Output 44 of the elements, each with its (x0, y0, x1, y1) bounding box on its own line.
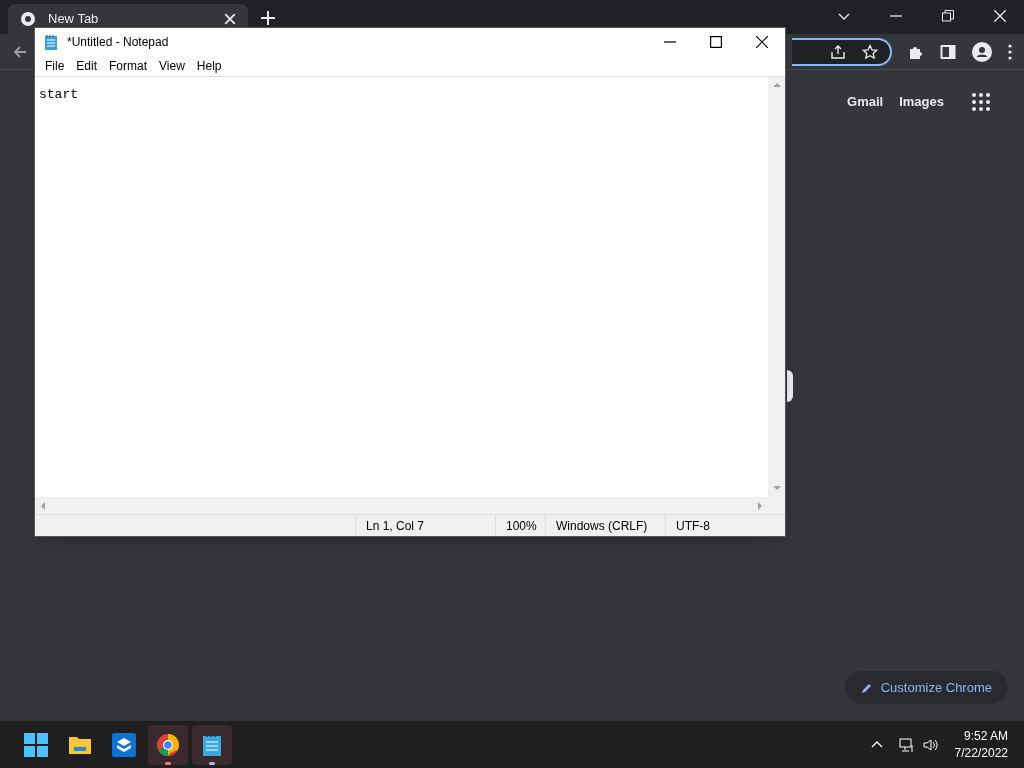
clock-date: 7/22/2022 (954, 744, 1008, 762)
text-content: start (39, 87, 78, 102)
star-icon[interactable] (862, 43, 878, 60)
status-text: Ln 1, Col 7 (355, 515, 495, 536)
windows-logo-icon[interactable] (24, 732, 48, 757)
profile-icon[interactable] (972, 41, 992, 62)
close-icon[interactable] (994, 10, 1006, 22)
speaker-icon[interactable] (922, 736, 939, 753)
status-text: 100% (495, 515, 545, 536)
apps-grid-icon[interactable] (972, 92, 990, 111)
menu-item[interactable]: Edit (70, 57, 104, 75)
taskbar-button[interactable] (192, 724, 232, 765)
menu-item[interactable]: File (39, 57, 71, 75)
running-indicator (165, 761, 171, 765)
customize-chrome-button[interactable]: Customize Chrome (844, 671, 1008, 704)
network-icon[interactable] (898, 736, 915, 753)
status-text: UTF-8 (665, 515, 755, 536)
menu-item[interactable]: View (153, 57, 191, 75)
address-bar[interactable] (792, 37, 892, 66)
clock-time: 9:52 AM (963, 727, 1008, 745)
status-text: Windows (CRLF) (545, 515, 665, 536)
pencil-icon (860, 681, 873, 694)
notepad-icon (43, 34, 59, 50)
chrome-icon (20, 11, 36, 27)
taskbar-button[interactable] (148, 724, 188, 765)
close-icon (756, 36, 768, 48)
side-panel-icon[interactable] (940, 43, 956, 60)
close-icon[interactable] (224, 13, 236, 25)
share-icon[interactable] (830, 43, 846, 60)
back-icon[interactable] (12, 43, 28, 60)
menu-item[interactable]: Format (103, 57, 154, 75)
header-link[interactable]: Images (899, 92, 944, 112)
new-tab-icon[interactable] (260, 10, 276, 26)
menu-item[interactable]: Help (190, 57, 228, 75)
restore-icon[interactable] (942, 10, 954, 22)
package-icon[interactable] (112, 732, 136, 757)
header-link[interactable]: Gmail (847, 92, 884, 112)
running-indicator (209, 761, 215, 765)
maximize-icon (710, 36, 722, 48)
chrome-icon[interactable] (156, 732, 180, 757)
menu-icon[interactable] (1008, 43, 1012, 60)
window-title: *Untitled - Notepad (67, 34, 169, 51)
notepad-icon[interactable] (200, 732, 224, 757)
tab-title: New Tab (48, 10, 100, 29)
